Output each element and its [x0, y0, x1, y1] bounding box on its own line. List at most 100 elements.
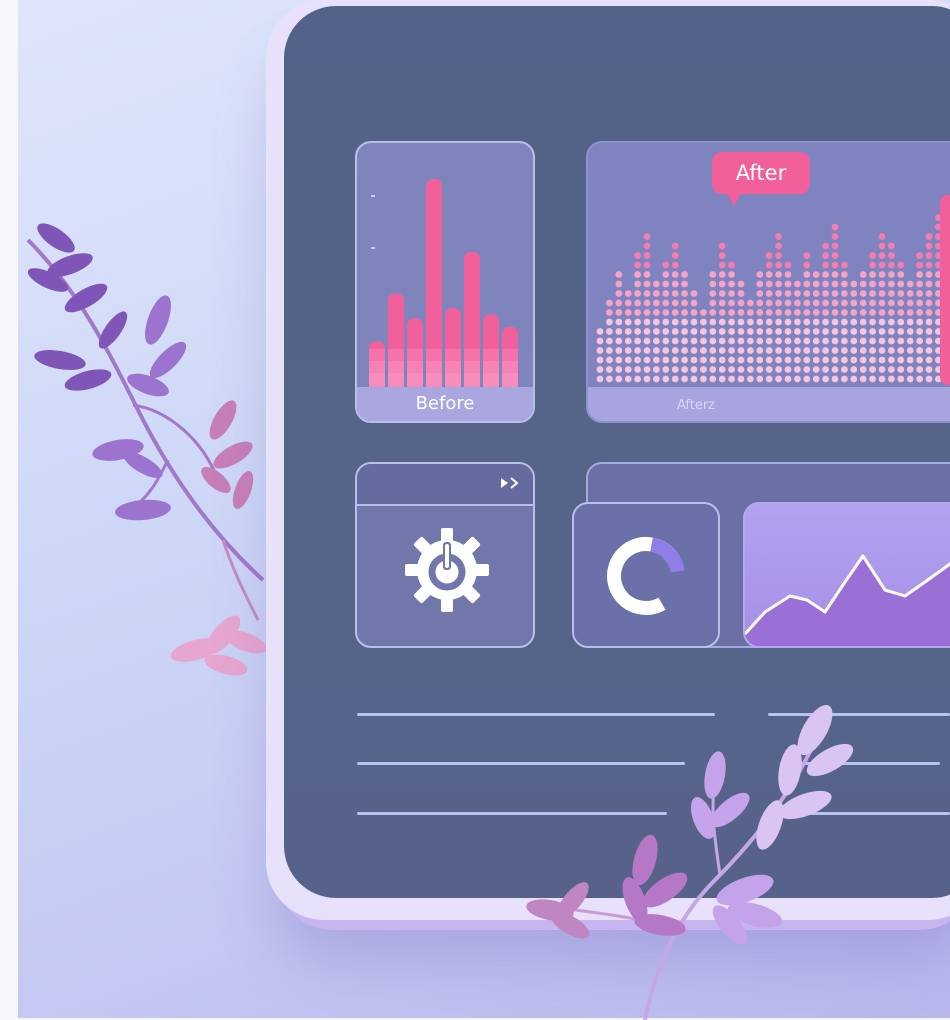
- after-dot: [765, 375, 773, 383]
- after-dot: [624, 328, 632, 335]
- after-dot: [765, 328, 773, 335]
- after-dot: [888, 309, 895, 316]
- after-dot: [737, 309, 745, 316]
- after-dot: [700, 318, 707, 326]
- after-dot: [812, 318, 820, 326]
- after-dot: [709, 290, 717, 297]
- after-dot: [841, 299, 848, 307]
- after-dot: [737, 290, 745, 297]
- after-dot: [728, 347, 735, 354]
- after-dot: [841, 356, 848, 364]
- after-dot: [822, 347, 829, 354]
- after-dot: [888, 347, 895, 354]
- after-dot: [718, 309, 726, 316]
- after-dot: [925, 233, 933, 240]
- after-footer-label: Afterz: [676, 398, 716, 413]
- after-highlight-bar: [940, 195, 950, 385]
- after-badge-label: After: [735, 161, 787, 185]
- after-dot: [822, 318, 829, 326]
- after-dot: [747, 337, 754, 345]
- play-next-icon[interactable]: [499, 475, 519, 491]
- after-dot: [916, 375, 923, 383]
- after-dot: [728, 290, 735, 297]
- after-dot: [916, 309, 923, 316]
- after-dot: [624, 356, 632, 364]
- after-dot: [869, 309, 876, 316]
- after-dot: [878, 347, 886, 354]
- after-dot: [906, 328, 914, 335]
- after-dot: [765, 337, 773, 345]
- line-chart-card[interactable]: [743, 502, 950, 648]
- after-dot: [897, 347, 905, 354]
- after-dot: [803, 347, 811, 354]
- after-dot: [747, 309, 754, 316]
- after-dot: [897, 271, 905, 278]
- after-dot: [775, 290, 782, 297]
- after-dot: [812, 271, 820, 278]
- after-dot: [812, 309, 820, 316]
- after-dot: [812, 375, 820, 383]
- after-dot: [812, 337, 820, 345]
- after-dot: [775, 280, 782, 288]
- after-dot: [615, 337, 623, 345]
- page-left-edge: [0, 0, 18, 1020]
- after-dot: [831, 280, 839, 288]
- after-dot: [803, 318, 811, 326]
- after-dot: [662, 337, 670, 345]
- after-dot: [634, 290, 641, 297]
- after-dot: [718, 280, 726, 288]
- after-dot: [859, 337, 867, 345]
- after-dot: [690, 375, 698, 383]
- after-dot: [897, 337, 905, 345]
- after-dot: [869, 375, 876, 383]
- after-dot: [878, 242, 886, 250]
- after-dot: [916, 290, 923, 297]
- after-dot: [794, 356, 801, 364]
- after-dot: [765, 366, 773, 373]
- after-dot: [634, 252, 641, 259]
- after-dot: [784, 318, 792, 326]
- after-dot: [916, 347, 923, 354]
- after-dot: [709, 280, 717, 288]
- after-dot: [794, 366, 801, 373]
- after-dot: [831, 309, 839, 316]
- after-dot: [897, 280, 905, 288]
- after-dot: [681, 375, 688, 383]
- after-dot: [615, 280, 623, 288]
- after-dot: [850, 299, 858, 307]
- after-dot: [850, 356, 858, 364]
- after-dot: [803, 356, 811, 364]
- after-dot: [747, 347, 754, 354]
- after-dot: [850, 347, 858, 354]
- before-chart-card[interactable]: Before: [355, 141, 535, 423]
- after-dot: [888, 366, 895, 373]
- after-dot: [822, 280, 829, 288]
- after-dot: [718, 299, 726, 307]
- after-dot: [709, 375, 717, 383]
- after-dot: [822, 366, 829, 373]
- gear-power-icon[interactable]: [401, 524, 493, 616]
- after-dot: [878, 252, 886, 259]
- after-dot: [841, 290, 848, 297]
- after-dot: [888, 318, 895, 326]
- after-dot: [737, 318, 745, 326]
- left-lavender-plant-illustration: [26, 223, 267, 676]
- after-dot: [681, 328, 688, 335]
- donut-chart-card[interactable]: [572, 502, 720, 648]
- after-dot: [925, 375, 933, 383]
- settings-card[interactable]: [355, 462, 535, 648]
- after-dot: [841, 261, 848, 269]
- after-dot: [906, 309, 914, 316]
- after-dot: [897, 261, 905, 269]
- after-dot: [812, 299, 820, 307]
- after-dot: [878, 366, 886, 373]
- after-dot: [897, 290, 905, 297]
- after-dot: [671, 337, 679, 345]
- after-dot: [728, 271, 735, 278]
- after-dot: [916, 280, 923, 288]
- after-dot: [756, 337, 764, 345]
- after-dot: [916, 366, 923, 373]
- after-dot: [606, 309, 613, 316]
- after-dot: [606, 356, 613, 364]
- after-dot: [775, 375, 782, 383]
